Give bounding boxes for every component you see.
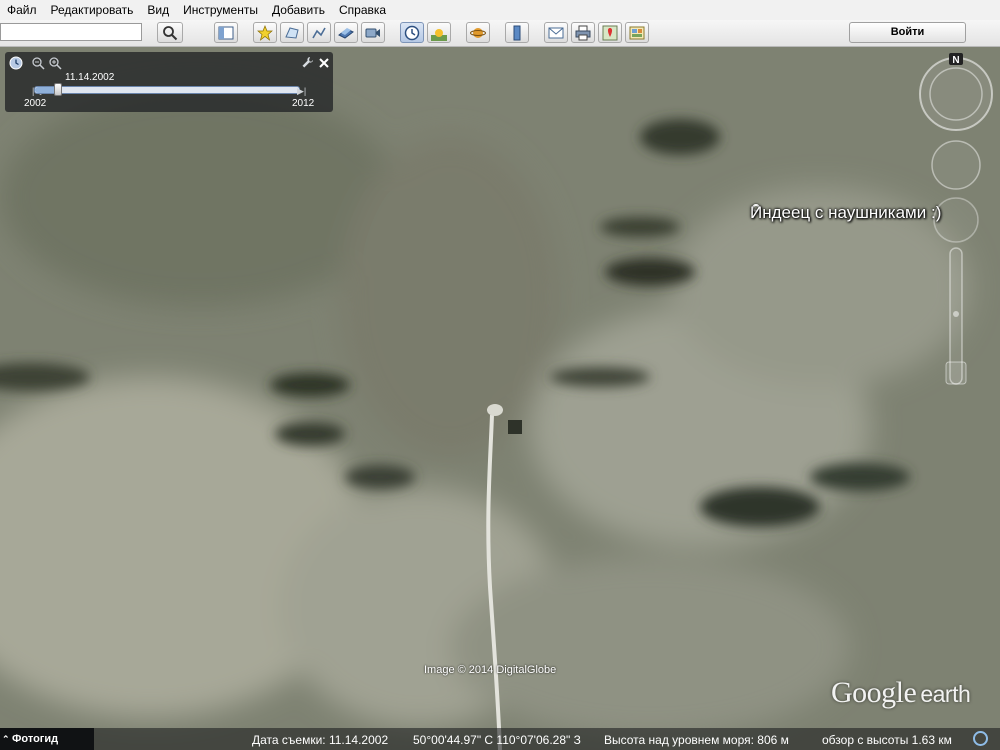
wrench-icon[interactable] bbox=[301, 56, 315, 70]
sidebar-icon bbox=[218, 26, 234, 39]
zoom-slider[interactable] bbox=[945, 247, 967, 385]
close-icon[interactable] bbox=[317, 56, 331, 70]
placemark-label[interactable]: Индеец с наушниками :) bbox=[750, 203, 941, 223]
placemark-icon bbox=[257, 24, 273, 41]
polygon-icon bbox=[285, 26, 299, 39]
timeslider-track[interactable] bbox=[34, 86, 300, 94]
sign-in-button[interactable]: Войти bbox=[849, 22, 966, 43]
record-tour-icon bbox=[365, 28, 380, 37]
historical-imagery-panel: 11.14.2002 |◀ ▶| 2002 2012 bbox=[5, 52, 333, 112]
look-joystick[interactable] bbox=[931, 140, 981, 190]
navigation-controls: N bbox=[919, 53, 993, 385]
add-image-overlay-button[interactable] bbox=[334, 22, 358, 43]
google-maps-icon bbox=[602, 25, 618, 40]
menu-tools[interactable]: Инструменты bbox=[176, 3, 265, 17]
menu-edit[interactable]: Редактировать bbox=[44, 3, 141, 17]
sidebar-toggle-button[interactable] bbox=[214, 22, 238, 43]
add-polygon-button[interactable] bbox=[280, 22, 304, 43]
ground-elevation: Высота над уровнем моря: 806 м bbox=[604, 733, 789, 747]
zoom-out-time-icon[interactable] bbox=[31, 56, 45, 70]
menu-bar: Файл Редактировать Вид Инструменты Добав… bbox=[0, 0, 1000, 21]
email-button[interactable] bbox=[544, 22, 568, 43]
satellite-map[interactable] bbox=[0, 47, 1000, 750]
add-placemark-button[interactable] bbox=[253, 22, 277, 43]
sunlight-button[interactable] bbox=[427, 22, 451, 43]
historical-imagery-button[interactable] bbox=[400, 22, 424, 43]
historical-imagery-icon bbox=[404, 25, 420, 40]
timeslider-start-year: 2002 bbox=[24, 98, 47, 109]
ruler-icon bbox=[513, 25, 521, 40]
gallery-button[interactable] bbox=[625, 22, 649, 43]
eye-altitude: обзор с высоты 1.63 км bbox=[822, 733, 952, 747]
pointer-coordinates: 50°00'44.97" С 110°07'06.28" З bbox=[413, 733, 581, 747]
print-icon bbox=[575, 25, 591, 40]
print-button[interactable] bbox=[571, 22, 595, 43]
search-input[interactable] bbox=[0, 23, 142, 41]
image-credit: Image © 2014 DigitalGlobe bbox=[424, 664, 557, 676]
streaming-indicator-icon bbox=[973, 731, 988, 746]
gallery-icon bbox=[629, 26, 645, 39]
timeslider-handle[interactable] bbox=[53, 83, 62, 96]
menu-add[interactable]: Добавить bbox=[265, 3, 332, 17]
ruler-button[interactable] bbox=[505, 22, 529, 43]
zoom-in-time-icon[interactable] bbox=[48, 56, 62, 70]
toolbar: Войти bbox=[0, 20, 1000, 47]
move-joystick[interactable] bbox=[933, 197, 979, 243]
step-forward-icon[interactable]: ▶| bbox=[297, 86, 306, 97]
google-earth-logo: Google earth bbox=[831, 676, 971, 709]
chevron-up-icon: ⌃ bbox=[2, 734, 10, 744]
compass-ring[interactable] bbox=[919, 57, 993, 131]
timeslider-end-year: 2012 bbox=[292, 98, 315, 109]
timeslider-current-date: 11.14.2002 bbox=[65, 72, 115, 83]
search-button[interactable] bbox=[157, 22, 183, 43]
planets-icon bbox=[470, 27, 486, 38]
menu-view[interactable]: Вид bbox=[140, 3, 176, 17]
clock-icon[interactable] bbox=[9, 56, 23, 70]
planets-button[interactable] bbox=[466, 22, 490, 43]
search-icon bbox=[163, 25, 178, 40]
menu-help[interactable]: Справка bbox=[332, 3, 393, 17]
view-in-google-maps-button[interactable] bbox=[598, 22, 622, 43]
imagery-date: Дата съемки: 11.14.2002 bbox=[252, 733, 389, 747]
north-label: N bbox=[952, 55, 959, 66]
record-tour-button[interactable] bbox=[361, 22, 385, 43]
tour-guide-label: Фотогид bbox=[12, 733, 59, 745]
terrain-imagery bbox=[0, 47, 1000, 750]
email-icon bbox=[548, 27, 564, 38]
menu-file[interactable]: Файл bbox=[0, 3, 44, 17]
tour-guide-button[interactable]: ⌃ Фотогид bbox=[0, 728, 94, 750]
sunlight-icon bbox=[431, 28, 447, 41]
image-overlay-icon bbox=[338, 27, 354, 39]
path-icon bbox=[312, 27, 326, 38]
add-path-button[interactable] bbox=[307, 22, 331, 43]
